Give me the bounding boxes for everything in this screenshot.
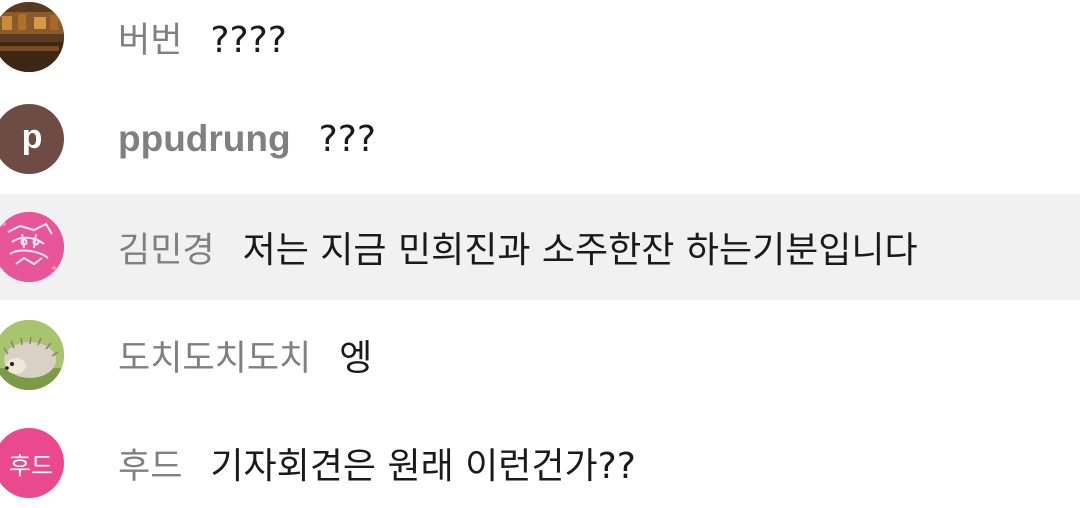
chat-message: 버번 ????: [0, 0, 1080, 90]
live-chat-list: 버번 ???? p ppudrung ??? 김민경 저는 지금 민희진과 소주…: [0, 0, 1080, 508]
chat-message: 후드 후드 기자회견은 원래 이런건가??: [0, 410, 1080, 508]
chat-message-content: 도치도치도치 엥: [118, 329, 372, 381]
chat-message: p ppudrung ???: [0, 86, 1080, 192]
author-name[interactable]: 도치도치도치: [118, 330, 311, 381]
chat-message: 김민경 저는 지금 민희진과 소주한잔 하는기분입니다: [0, 194, 1080, 300]
photo-avatar-icon[interactable]: [0, 2, 64, 72]
chat-message-content: 후드 기자회견은 원래 이런건가??: [118, 437, 636, 489]
tiger-avatar-icon[interactable]: [0, 212, 64, 282]
avatar-letter: 후드: [8, 451, 54, 480]
letter-avatar[interactable]: 후드: [0, 428, 64, 498]
message-text: 엥: [339, 338, 373, 379]
author-name[interactable]: 버번: [118, 12, 182, 63]
message-text: 저는 지금 민희진과 소주한잔 하는기분입니다: [242, 230, 918, 271]
chat-message-content: ppudrung ???: [118, 118, 376, 160]
author-name[interactable]: 김민경: [118, 222, 215, 273]
chat-message-content: 버번 ????: [118, 12, 287, 63]
letter-avatar[interactable]: p: [0, 104, 64, 174]
author-name[interactable]: ppudrung: [118, 118, 291, 160]
message-text: ????: [210, 19, 287, 61]
message-text: ???: [318, 119, 376, 160]
avatar-letter: p: [21, 117, 43, 156]
chat-message-content: 김민경 저는 지금 민희진과 소주한잔 하는기분입니다: [118, 221, 918, 273]
author-name[interactable]: 후드: [118, 438, 182, 489]
hedgehog-avatar-icon[interactable]: [0, 320, 64, 390]
message-text: 기자회견은 원래 이런건가??: [210, 446, 636, 487]
chat-message: 도치도치도치 엥: [0, 302, 1080, 408]
